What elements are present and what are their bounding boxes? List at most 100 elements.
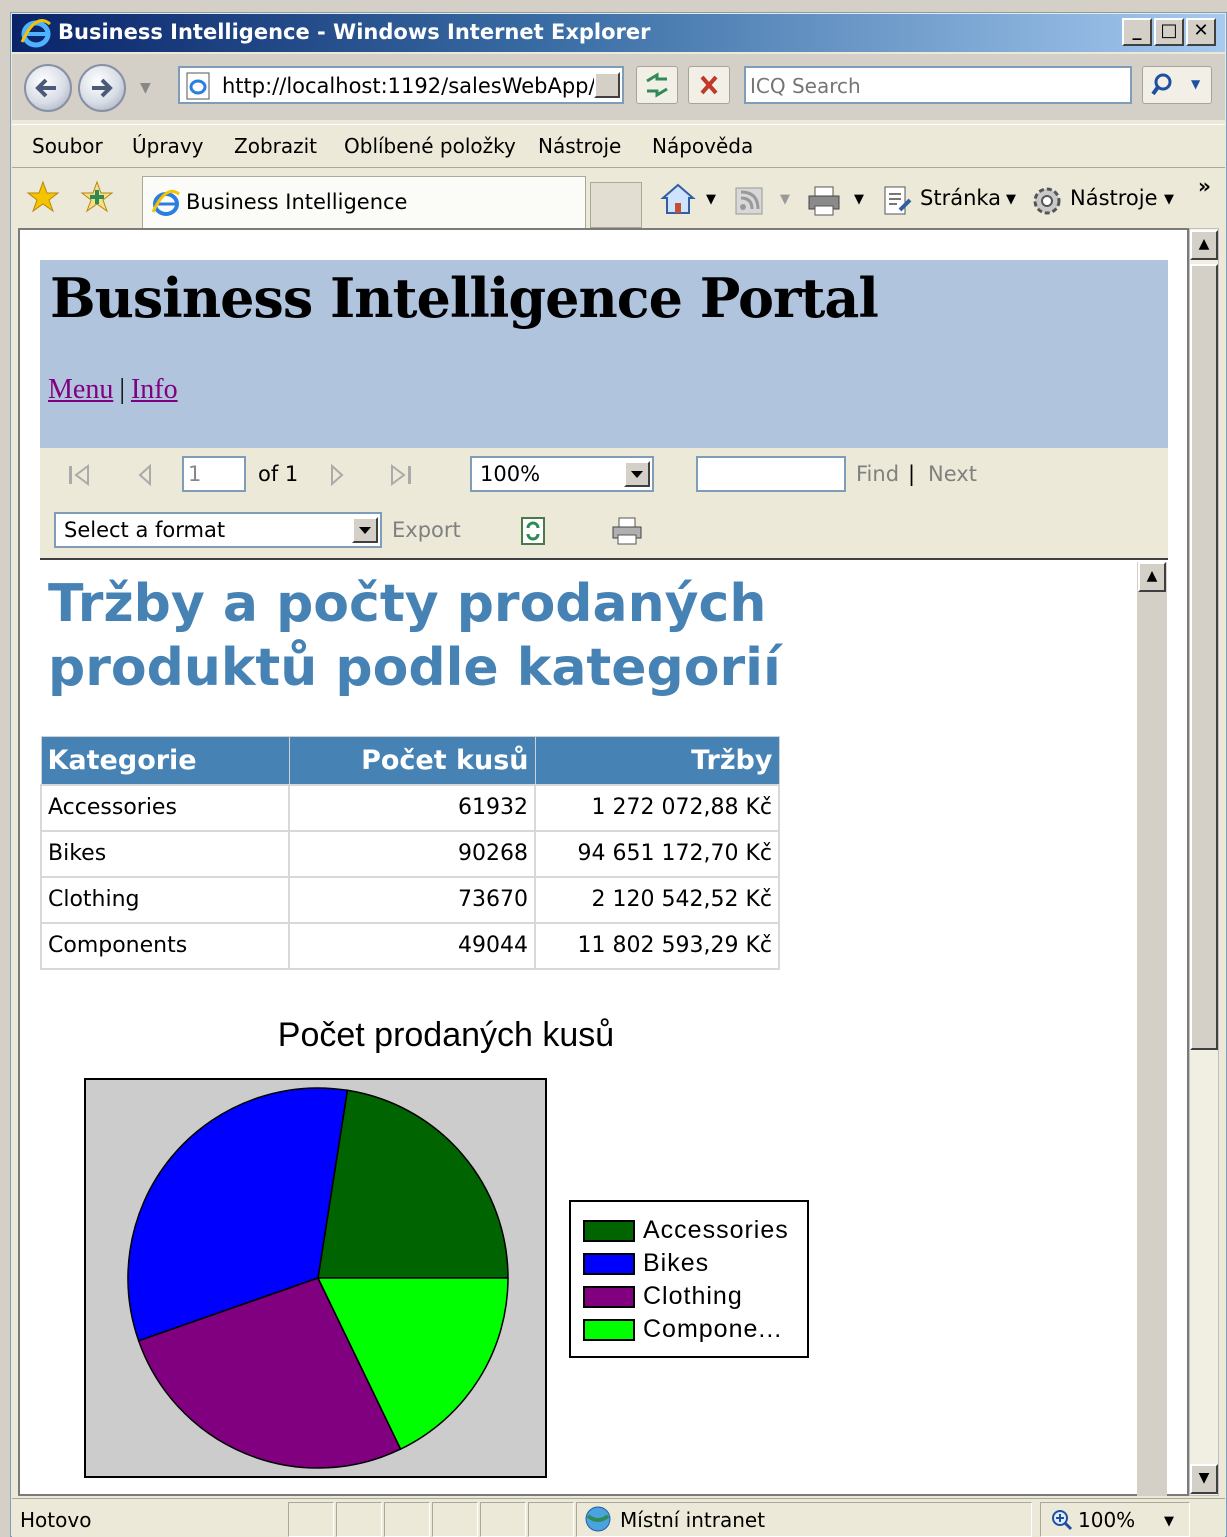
report-scrollbar[interactable]: ▲	[1137, 562, 1167, 1496]
cell-quantity: 73670	[288, 875, 536, 924]
cell-revenue: 1 272 072,88 Kč	[534, 783, 780, 832]
zoom-dropdown-icon[interactable]	[624, 461, 650, 487]
menu-help[interactable]: Nápověda	[652, 134, 753, 158]
pie-chart	[127, 1087, 509, 1469]
status-cell	[480, 1502, 526, 1537]
back-arrow-icon	[35, 78, 56, 98]
legend-label: Clothing	[643, 1282, 743, 1310]
back-button[interactable]	[24, 64, 72, 112]
zoom-dropdown-icon[interactable]: ▼	[1164, 1514, 1174, 1529]
find-link[interactable]: Find	[856, 462, 899, 486]
maximize-button[interactable]: □	[1154, 18, 1184, 46]
legend-swatch	[583, 1253, 635, 1275]
tools-dropdown-icon[interactable]: ▼	[1164, 192, 1174, 207]
page-number-value: 1	[188, 462, 202, 486]
table-row: Accessories 61932 1 272 072,88 Kč	[40, 783, 780, 832]
chart-legend: Accessories Bikes Clothing Compone...	[569, 1200, 809, 1358]
print-dropdown-icon[interactable]: ▼	[854, 192, 864, 207]
legend-swatch	[583, 1319, 635, 1341]
gear-icon[interactable]	[1030, 184, 1064, 222]
report-scroll-up-icon[interactable]: ▲	[1138, 562, 1166, 592]
search-options-icon[interactable]: ▼	[1191, 77, 1200, 91]
cell-category: Accessories	[40, 783, 290, 832]
menu-edit[interactable]: Úpravy	[132, 134, 203, 158]
next-page-icon[interactable]	[326, 462, 348, 492]
scroll-up-icon[interactable]: ▲	[1190, 230, 1218, 260]
cell-quantity: 49044	[288, 921, 536, 970]
header-category: Kategorie	[40, 736, 290, 785]
tab-ie-icon	[150, 188, 182, 222]
status-cell	[528, 1502, 574, 1537]
legend-label: Bikes	[643, 1249, 710, 1277]
previous-page-icon[interactable]	[134, 462, 156, 492]
more-commands-chevron-icon[interactable]: »	[1198, 174, 1211, 198]
ie-logo-icon	[20, 18, 52, 48]
menu-link[interactable]: Menu	[48, 374, 113, 405]
last-page-icon[interactable]	[386, 462, 414, 492]
scroll-down-icon[interactable]: ▼	[1190, 1464, 1218, 1494]
table-row: Bikes 90268 94 651 172,70 Kč	[40, 829, 780, 878]
export-format-select[interactable]: Select a format	[54, 512, 382, 548]
feeds-dropdown-icon[interactable]: ▼	[780, 192, 790, 207]
cell-revenue: 11 802 593,29 Kč	[534, 921, 780, 970]
home-icon[interactable]	[660, 182, 696, 220]
url-text[interactable]: http://localhost:1192/salesWebApp/De	[222, 74, 594, 98]
chart-title: Počet prodaných kusů	[277, 1016, 615, 1054]
favorites-star-icon[interactable]	[26, 180, 60, 218]
minimize-button[interactable]: _	[1122, 18, 1152, 46]
cell-quantity: 90268	[288, 829, 536, 878]
stop-button[interactable]	[688, 66, 730, 104]
menu-file[interactable]: Soubor	[32, 134, 103, 158]
cell-quantity: 61932	[288, 783, 536, 832]
page-number-input[interactable]: 1	[182, 456, 246, 492]
format-dropdown-icon[interactable]	[352, 517, 378, 543]
page-dropdown-icon[interactable]: ▼	[1006, 192, 1016, 207]
scroll-thumb[interactable]	[1190, 264, 1218, 1050]
refresh-button[interactable]	[636, 66, 678, 104]
report-title-line-1: Tržby a počty prodaných	[48, 574, 767, 634]
menu-view[interactable]: Zobrazit	[234, 134, 317, 158]
zoom-level[interactable]: 100%	[1078, 1508, 1135, 1532]
page-menu-label[interactable]: Stránka	[920, 186, 1001, 210]
cell-revenue: 2 120 542,52 Kč	[534, 875, 780, 924]
close-button[interactable]: ✕	[1186, 18, 1216, 46]
chart-plot-area	[84, 1078, 547, 1478]
tools-menu-label[interactable]: Nástroje	[1070, 186, 1158, 210]
refresh-report-icon[interactable]	[520, 516, 546, 550]
status-cell	[432, 1502, 478, 1537]
intranet-icon	[582, 1504, 614, 1537]
home-dropdown-icon[interactable]: ▼	[706, 192, 716, 207]
new-tab-button[interactable]	[590, 182, 642, 228]
stop-icon	[700, 75, 718, 95]
first-page-icon[interactable]	[66, 462, 94, 492]
history-dropdown-icon[interactable]: ▼	[140, 80, 151, 96]
zoom-icon[interactable]	[1050, 1508, 1074, 1536]
menu-tools[interactable]: Nástroje	[538, 134, 621, 158]
portal-title: Business Intelligence Portal	[50, 266, 879, 330]
table-header-row: Kategorie Počet kusů Tržby	[40, 736, 780, 785]
menu-favorites[interactable]: Oblíbené položky	[344, 134, 516, 158]
info-link[interactable]: Info	[131, 374, 178, 405]
search-input[interactable]	[750, 74, 1120, 98]
next-link[interactable]: Next	[928, 462, 977, 486]
find-input[interactable]	[696, 456, 846, 492]
search-box[interactable]	[744, 66, 1132, 104]
address-dropdown-icon[interactable]	[594, 72, 620, 98]
zoom-value: 100%	[480, 462, 541, 486]
feeds-icon[interactable]	[734, 186, 764, 220]
header-quantity: Počet kusů	[288, 736, 536, 785]
status-text: Hotovo	[20, 1508, 92, 1532]
zoom-select[interactable]: 100%	[470, 456, 654, 492]
report-title-line-2: produktů podle kategorií	[48, 638, 781, 698]
forward-arrow-icon	[92, 78, 113, 98]
forward-button[interactable]	[78, 64, 126, 112]
add-favorite-icon[interactable]	[80, 180, 114, 218]
legend-swatch	[583, 1220, 635, 1242]
page-menu-icon[interactable]	[880, 184, 914, 222]
print-report-icon[interactable]	[610, 516, 644, 550]
export-link[interactable]: Export	[392, 518, 461, 542]
search-button[interactable]: ▼	[1142, 66, 1212, 104]
print-icon[interactable]	[806, 184, 842, 222]
tab-label: Business Intelligence	[186, 190, 408, 214]
status-cell	[384, 1502, 430, 1537]
